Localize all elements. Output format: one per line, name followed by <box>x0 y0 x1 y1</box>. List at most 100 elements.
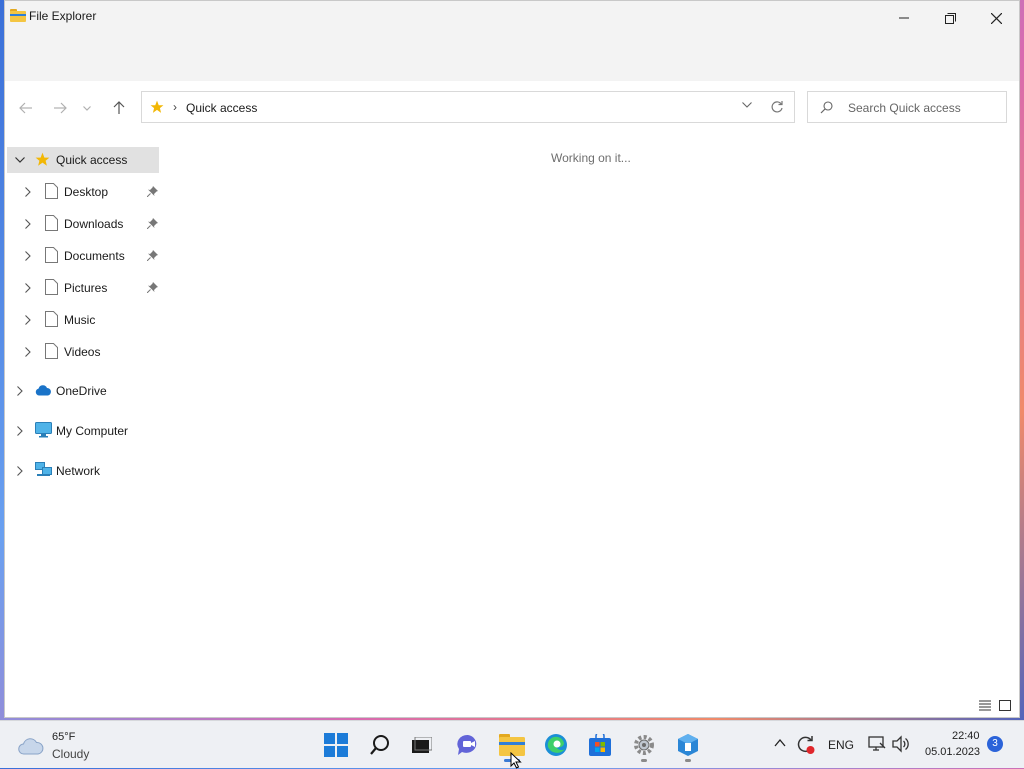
running-app-indicator <box>685 759 691 762</box>
sidebar-item-label: Videos <box>64 345 101 359</box>
task-view-icon <box>412 737 432 753</box>
weather-widget[interactable]: 65°F Cloudy <box>18 729 128 763</box>
chevron-right-icon[interactable] <box>17 466 23 476</box>
chevron-right-icon[interactable] <box>17 426 23 436</box>
app-icon <box>678 734 698 756</box>
sidebar-item-label: Documents <box>64 249 125 263</box>
sidebar-item-music[interactable]: Music <box>7 307 159 333</box>
chevron-down-icon[interactable] <box>742 102 752 108</box>
loading-status: Working on it... <box>551 151 631 165</box>
file-explorer-window: File Explorer › Quick access Search Quic… <box>4 0 1020 718</box>
cloud-icon <box>35 385 51 396</box>
close-icon <box>990 12 1002 24</box>
sync-alert-icon[interactable] <box>796 735 816 755</box>
sidebar-item-label: Quick access <box>56 153 128 167</box>
sidebar-item-videos[interactable]: Videos <box>7 339 159 365</box>
edge-icon <box>545 734 567 756</box>
large-icons-view-icon[interactable] <box>999 700 1011 711</box>
cloud-icon <box>18 738 44 755</box>
back-arrow-icon <box>19 102 32 114</box>
search-icon <box>820 101 833 114</box>
search-input[interactable] <box>846 98 1000 118</box>
forward-arrow-icon <box>54 102 67 114</box>
network-status-icon[interactable] <box>868 735 886 753</box>
back-button[interactable] <box>15 98 37 118</box>
address-bar[interactable]: › Quick access <box>141 91 795 123</box>
weather-condition: Cloudy <box>52 747 90 761</box>
breadcrumb-quick-access[interactable]: Quick access <box>186 101 257 115</box>
sidebar-item-downloads[interactable]: Downloads <box>7 211 159 237</box>
clock-time[interactable]: 22:40 <box>952 730 980 742</box>
chat-icon <box>457 734 477 755</box>
sidebar-item-label: Downloads <box>64 217 124 231</box>
sidebar-item-pictures[interactable]: Pictures <box>7 275 159 301</box>
chevron-right-icon[interactable] <box>25 219 31 229</box>
close-button[interactable] <box>973 1 1019 35</box>
document-icon <box>45 183 58 199</box>
monitor-icon <box>35 422 52 438</box>
search-box[interactable] <box>807 91 1007 123</box>
chevron-right-icon[interactable] <box>17 386 23 396</box>
chevron-up-icon[interactable] <box>774 739 786 747</box>
chevron-right-icon[interactable] <box>25 187 31 197</box>
clock-date[interactable]: 05.01.2023 <box>925 746 980 758</box>
forward-button[interactable] <box>49 98 71 118</box>
settings-icon <box>634 735 654 755</box>
chat-button[interactable] <box>448 727 488 763</box>
chevron-right-icon[interactable] <box>25 283 31 293</box>
start-button[interactable] <box>316 727 356 763</box>
navigation-pane: Quick access Desktop Downloads Documents… <box>5 147 165 497</box>
view-toggle <box>979 700 1011 711</box>
sidebar-item-quick-access[interactable]: Quick access <box>7 147 159 173</box>
sidebar-item-my-computer[interactable]: My Computer <box>7 418 159 444</box>
sidebar-item-onedrive[interactable]: OneDrive <box>7 378 159 404</box>
taskbar-settings[interactable] <box>624 727 664 763</box>
sidebar-item-label: My Computer <box>56 424 129 438</box>
chevron-down-icon[interactable] <box>15 157 25 163</box>
maximize-button[interactable] <box>927 1 973 35</box>
chevron-right-icon[interactable] <box>25 251 31 261</box>
notification-badge[interactable]: 3 <box>987 736 1003 752</box>
sidebar-item-label: Pictures <box>64 281 108 295</box>
task-view-button[interactable] <box>402 727 442 763</box>
refresh-icon[interactable] <box>770 100 784 114</box>
details-view-icon[interactable] <box>979 700 991 711</box>
taskbar-edge[interactable] <box>536 727 576 763</box>
maximize-icon <box>944 12 956 24</box>
search-icon <box>370 735 389 755</box>
recent-locations-button[interactable] <box>80 98 94 118</box>
taskbar-app[interactable] <box>668 727 708 763</box>
minimize-icon <box>899 17 909 19</box>
weather-temperature: 65°F <box>52 731 76 743</box>
sidebar-item-label: Network <box>56 464 101 478</box>
language-indicator[interactable]: ENG <box>828 738 854 752</box>
taskbar-store[interactable] <box>580 727 620 763</box>
pin-icon <box>147 282 158 293</box>
window-title: File Explorer <box>29 9 97 23</box>
sidebar-item-label: OneDrive <box>56 384 107 398</box>
up-button[interactable] <box>108 98 130 118</box>
document-icon <box>45 215 58 231</box>
sidebar-item-desktop[interactable]: Desktop <box>7 179 159 205</box>
network-icon <box>35 462 52 476</box>
document-icon <box>45 247 58 263</box>
start-icon <box>324 733 348 757</box>
taskbar-search-button[interactable] <box>360 727 400 763</box>
breadcrumb-separator: › <box>173 100 177 114</box>
star-icon <box>35 152 50 166</box>
chevron-right-icon[interactable] <box>25 347 31 357</box>
sidebar-item-documents[interactable]: Documents <box>7 243 159 269</box>
document-icon <box>45 343 58 359</box>
document-icon <box>45 279 58 295</box>
navigation-bar: › Quick access <box>5 81 1019 135</box>
mouse-cursor-icon <box>510 752 522 769</box>
sidebar-item-network[interactable]: Network <box>7 458 159 484</box>
store-icon <box>589 734 611 756</box>
running-app-indicator <box>641 759 647 762</box>
chevron-right-icon[interactable] <box>25 315 31 325</box>
up-arrow-icon <box>113 101 125 114</box>
star-icon <box>150 100 164 113</box>
sidebar-item-label: Desktop <box>64 185 109 199</box>
minimize-button[interactable] <box>881 1 927 35</box>
volume-icon[interactable] <box>892 735 910 753</box>
